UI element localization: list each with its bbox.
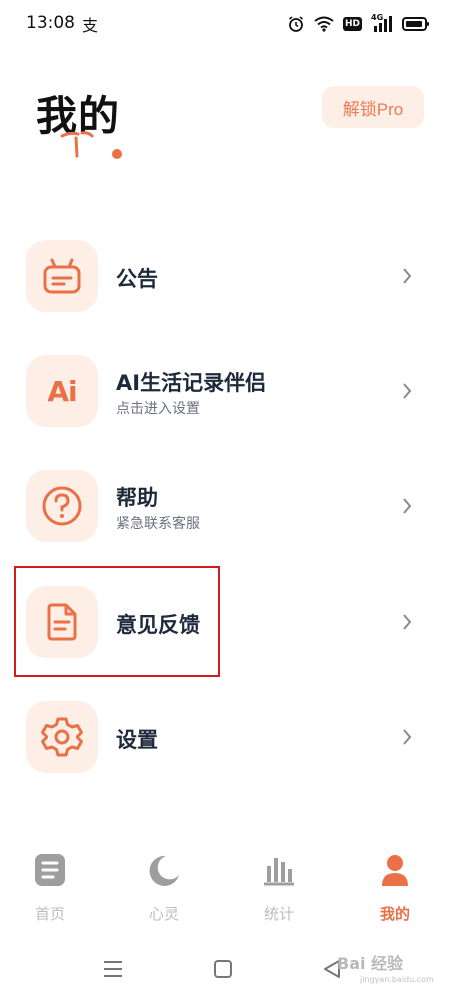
announcement-icon-box — [26, 240, 98, 312]
menu-lines-icon[interactable] — [102, 957, 124, 981]
nav-tab-label: 首页 — [34, 905, 65, 923]
settings-icon-box — [26, 701, 98, 773]
chevron-right-icon — [403, 614, 412, 630]
unlock-pro-button[interactable]: 解锁Pro — [322, 86, 424, 128]
chevron-right-icon — [403, 268, 412, 284]
feedback-icon — [47, 603, 77, 641]
nav-tab-stats[interactable]: 统计 — [239, 853, 319, 925]
wifi-icon — [314, 16, 334, 32]
bar-chart-icon — [264, 858, 294, 886]
menu-item-announcement[interactable]: 公告 — [26, 240, 420, 312]
menu-item-feedback[interactable]: 意见反馈 — [26, 586, 420, 658]
status-time: 13:08 — [26, 13, 75, 33]
moon-icon — [149, 855, 179, 886]
feedback-icon-box — [26, 586, 98, 658]
chevron-right-icon — [403, 729, 412, 745]
watermark-logo: Bai 经验 — [337, 954, 404, 973]
nav-tab-label: 心灵 — [148, 905, 179, 923]
menu-item-label: 意见反馈 — [116, 613, 200, 637]
nav-tab-home[interactable]: 首页 — [10, 853, 90, 925]
status-bar: 13:08 支 HD 4G — [0, 0, 456, 46]
nav-tab-mine[interactable]: 我的 — [355, 853, 435, 925]
battery-icon — [402, 17, 429, 31]
person-icon — [382, 855, 408, 886]
home-square-icon[interactable] — [213, 957, 233, 981]
menu-item-subtitle: 紧急联系客服 — [116, 516, 200, 532]
menu-item-label: AI生活记录伴侣 — [116, 371, 267, 395]
alarm-icon — [288, 16, 303, 32]
home-doc-icon — [35, 854, 65, 886]
decorative-sprout-icon — [60, 131, 122, 159]
help-icon — [42, 486, 82, 526]
nav-tab-soul[interactable]: 心灵 — [124, 853, 204, 925]
menu-item-settings[interactable]: 设置 — [26, 701, 420, 773]
announcement-icon — [43, 258, 81, 294]
status-icons: HD 4G — [287, 12, 430, 36]
menu-item-ai-companion[interactable]: Ai AI生活记录伴侣 点击进入设置 — [26, 355, 420, 427]
alipay-notification-icon: 支 — [82, 16, 99, 35]
menu-item-help[interactable]: 帮助 紧急联系客服 — [26, 470, 420, 542]
chevron-right-icon — [403, 383, 412, 399]
nav-tab-label: 我的 — [379, 905, 410, 923]
menu-item-label: 设置 — [116, 728, 158, 752]
watermark-url: jingyan.baidu.com — [360, 975, 434, 984]
help-icon-box — [26, 470, 98, 542]
chevron-right-icon — [403, 498, 412, 514]
menu-item-label: 公告 — [116, 267, 158, 291]
hd-icon: HD — [342, 17, 362, 31]
bottom-navigation: 首页 心灵 统计 我的 — [0, 845, 456, 925]
settings-icon — [41, 717, 83, 757]
nav-tab-label: 统计 — [263, 905, 294, 923]
ai-icon-box: Ai — [26, 355, 98, 427]
menu-item-subtitle: 点击进入设置 — [116, 401, 200, 417]
ai-icon: Ai — [47, 374, 77, 408]
menu-item-label: 帮助 — [116, 486, 158, 510]
signal-4g-icon: 4G — [371, 13, 393, 33]
